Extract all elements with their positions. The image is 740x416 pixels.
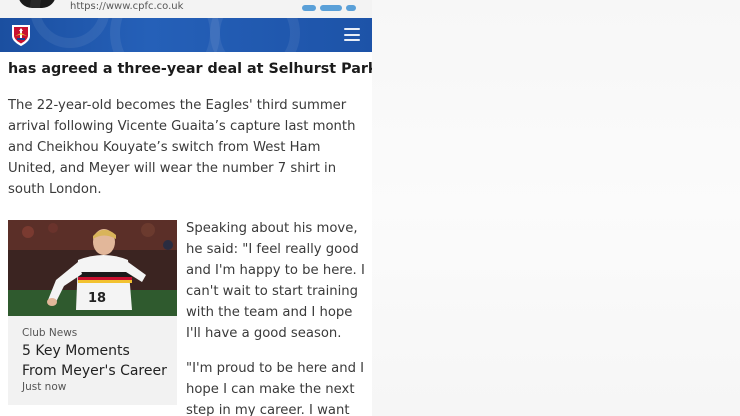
mobile-page: https://www.cpfc.co.uk has agreed a thre… (0, 0, 372, 416)
paragraph-line: arrival following Vicente Guaita’s captu… (8, 119, 356, 134)
related-article-card[interactable]: 18 Club News 5 Key Moments From Meyer's … (8, 220, 177, 405)
card-timestamp: Just now (22, 381, 67, 393)
card-title-line[interactable]: 5 Key Moments (22, 341, 172, 361)
article-quote-text: Speaking about his move, he said: "I fee… (186, 218, 372, 416)
site-logo-partial-icon (298, 0, 358, 11)
quote-line: with the team and I hope (186, 305, 353, 320)
player-photo[interactable]: 18 (8, 220, 177, 316)
quote-line: and I'm happy to be here. I (186, 263, 365, 278)
header-decoration (30, 0, 110, 48)
quote-line: "I'm proud to be here and I (186, 361, 365, 376)
hamburger-menu-icon[interactable] (344, 28, 360, 41)
site-header (0, 0, 372, 88)
quote-line: Speaking about his move, (186, 221, 358, 236)
svg-text:18: 18 (88, 291, 106, 306)
crystal-palace-crest-icon[interactable] (10, 23, 32, 47)
paragraph-line: and Cheikhou Kouyate’s switch from West … (8, 140, 321, 155)
quote-line: step in my career. I want (186, 403, 350, 416)
card-category-label: Club News (22, 327, 78, 339)
paragraph-line: United, and Meyer will wear the number 7… (8, 161, 337, 176)
card-title[interactable]: 5 Key Moments From Meyer's Career (22, 341, 172, 381)
quote-line: can't wait to start training (186, 284, 358, 299)
background-panel (372, 0, 740, 416)
card-title-line[interactable]: From Meyer's Career (22, 361, 172, 381)
quote-line: he said: "I feel really good (186, 242, 359, 257)
quote-line: I'll have a good season. (186, 326, 342, 341)
article-paragraph: The 22-year-old becomes the Eagles' thir… (8, 95, 370, 200)
article-intro-line: has agreed a three-year deal at Selhurst… (8, 61, 372, 77)
player-photo-illustration: 18 (8, 220, 177, 316)
paragraph-line: The 22-year-old becomes the Eagles' thir… (8, 98, 347, 113)
quote-line-spacer (186, 344, 372, 358)
quote-line: hope I can make the next (186, 382, 355, 397)
paragraph-line: south London. (8, 182, 102, 197)
